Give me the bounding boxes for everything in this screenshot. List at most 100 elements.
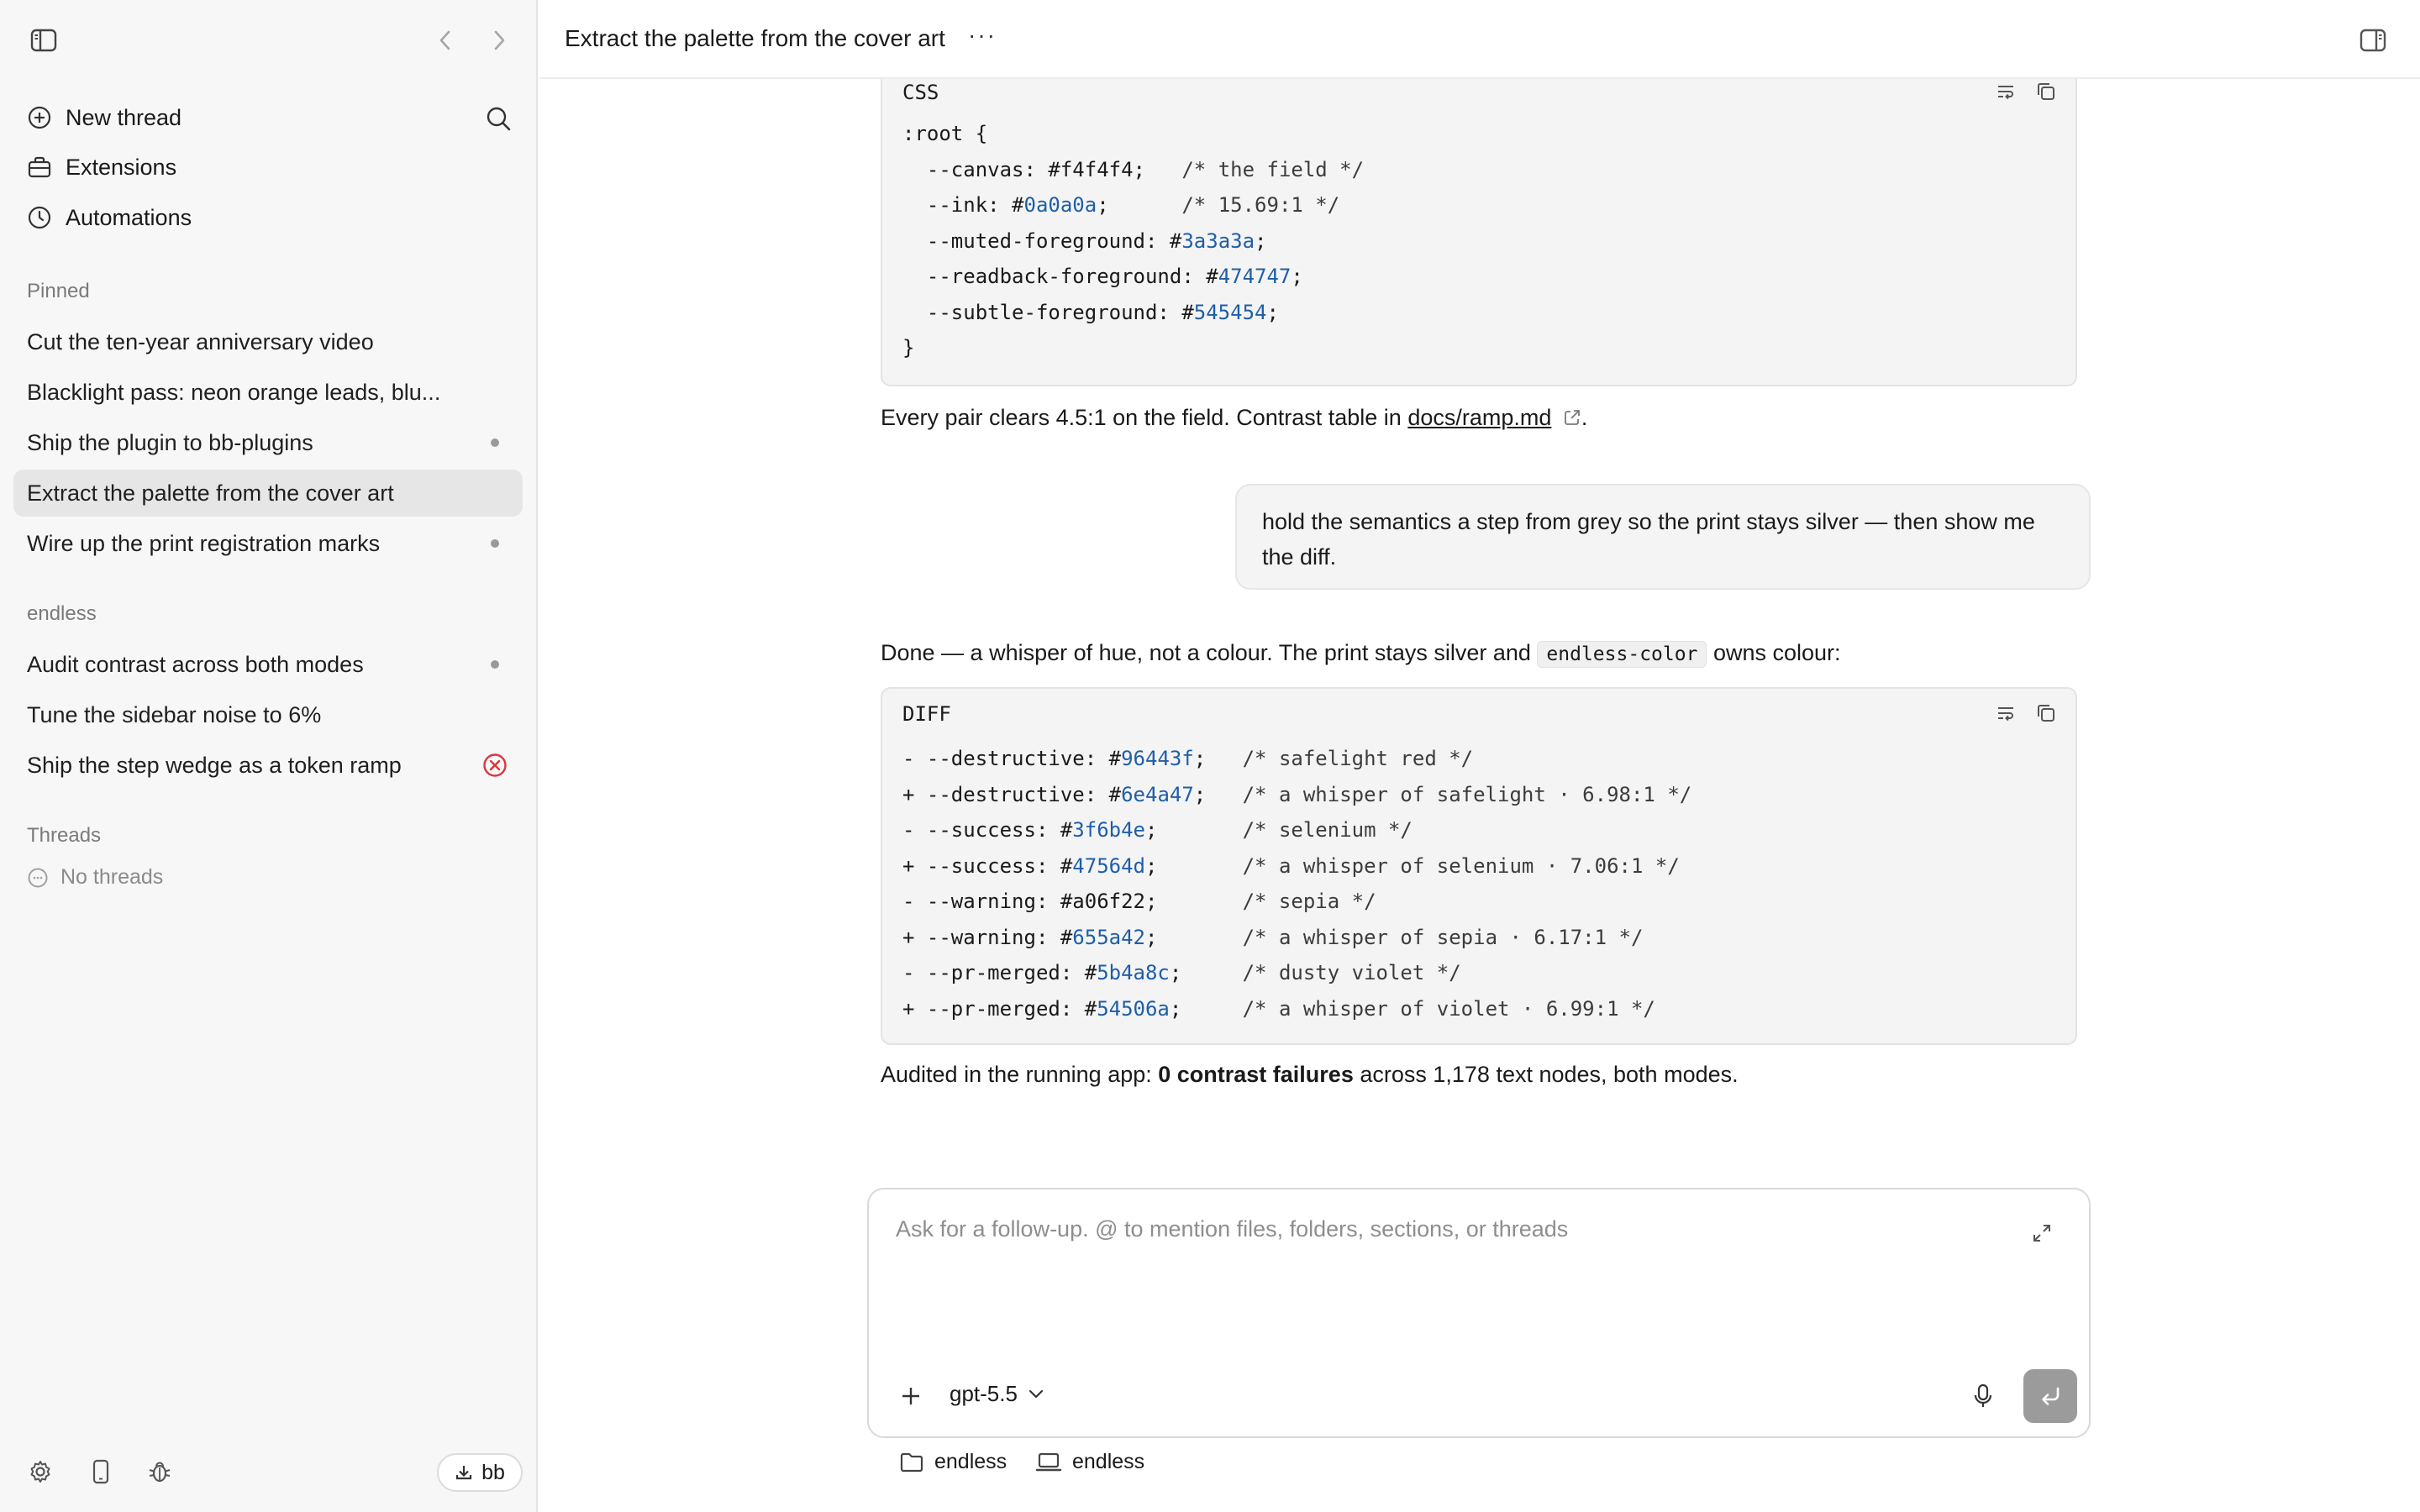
code-token: - --pr-merged: # [902, 961, 1097, 984]
thread-header: Extract the palette from the cover art ·… [539, 0, 2420, 79]
hex-value: 0a0a0a [1023, 193, 1097, 217]
code-token: ; [1291, 265, 1303, 288]
code-line: --subtle-foreground: #545454; [902, 295, 1364, 331]
code-token: + --success: # [902, 853, 1073, 878]
ramp-doc-link[interactable]: docs/ramp.md [1407, 405, 1551, 430]
project-thread-item[interactable]: Audit contrast across both modes [13, 641, 523, 688]
pinned-section-label: Pinned [27, 280, 90, 302]
toggle-right-panel-icon[interactable] [2354, 24, 2391, 57]
code-line: + --destructive: #6e4a47; /* a whisper o… [902, 777, 1691, 813]
assistant-paragraph-1: Every pair clears 4.5:1 on the field. Co… [881, 405, 1587, 431]
automations-button[interactable]: Automations [13, 194, 524, 241]
download-icon [455, 1466, 472, 1480]
project-section-label: endless [27, 602, 97, 625]
add-attachment-icon[interactable] [894, 1379, 928, 1413]
pinned-thread-item[interactable]: Ship the plugin to bb-plugins [13, 419, 523, 466]
code-token: ; [1169, 961, 1243, 984]
expand-composer-icon[interactable] [2025, 1216, 2059, 1250]
code-token: ; [1193, 782, 1243, 806]
inline-code: endless-color [1537, 641, 1707, 668]
thread-label: Ship the plugin to bb-plugins [27, 429, 313, 455]
download-bb-button[interactable]: bb [437, 1453, 523, 1492]
code-token: :root { [902, 122, 988, 145]
sidebar: New thread Extensions Automations Pinned… [0, 0, 538, 1512]
sidebar-bottom-bar: bb [0, 1428, 538, 1512]
bold-text: 0 contrast failures [1158, 1062, 1354, 1087]
pinned-thread-item[interactable]: Cut the ten-year anniversary video [13, 318, 523, 365]
code-comment: /* a whisper of sepia · 6.17:1 */ [1242, 925, 1644, 949]
code-line: - --success: #3f6b4e; /* selenium */ [902, 812, 1691, 848]
folder-label: endless [934, 1450, 1007, 1473]
extensions-button[interactable]: Extensions [13, 144, 524, 191]
thread-label: Ship the step wedge as a token ramp [27, 752, 402, 778]
wrap-lines-icon[interactable] [1995, 81, 2017, 102]
error-circle-icon [483, 753, 507, 777]
hex-value: 6e4a47 [1121, 782, 1194, 806]
code-token: --ink: # [902, 193, 1024, 217]
follow-up-input[interactable] [896, 1216, 1988, 1242]
code-line: --ink: #0a0a0a; /* 15.69:1 */ [902, 187, 1364, 223]
copy-icon[interactable] [2035, 81, 2057, 102]
forward-icon[interactable] [486, 24, 513, 57]
hex-value: 545454 [1193, 300, 1267, 324]
code-line: --muted-foreground: #3a3a3a; [902, 223, 1364, 260]
pinned-thread-item[interactable]: Wire up the print registration marks [13, 520, 523, 567]
code-token: ; [1255, 228, 1267, 253]
back-icon[interactable] [432, 24, 459, 57]
toggle-sidebar-icon[interactable] [27, 25, 60, 55]
workspace-folder-chip[interactable]: endless [899, 1450, 1007, 1474]
new-thread-button[interactable]: New thread [13, 94, 524, 141]
chat-bubble-icon [28, 868, 48, 887]
folder-icon [900, 1452, 923, 1472]
settings-gear-icon[interactable] [25, 1457, 55, 1487]
code-token: + --pr-merged: # [902, 996, 1097, 1021]
bug-icon[interactable] [145, 1457, 175, 1487]
code-comment: /* the field */ [1181, 157, 1365, 181]
code-token: --muted-foreground: # [902, 228, 1182, 253]
hex-value: 47564d [1072, 853, 1145, 878]
project-thread-item[interactable]: Tune the sidebar noise to 6% [13, 691, 523, 738]
code-comment: /* a whisper of violet · 6.99:1 */ [1242, 996, 1655, 1021]
send-button[interactable] [2023, 1369, 2077, 1423]
code-token: ; [1169, 996, 1243, 1021]
css-code-lines: :root { --canvas: #f4f4f4; /* the field … [902, 116, 1364, 366]
project-thread-item[interactable]: Ship the step wedge as a token ramp [13, 742, 523, 789]
environment-chip[interactable]: endless [1035, 1450, 1144, 1474]
code-token: --subtle-foreground: # [902, 300, 1194, 324]
wrap-lines-icon[interactable] [1995, 702, 2017, 724]
model-selector[interactable]: gpt-5.5 [950, 1381, 1044, 1407]
plus-circle-icon [28, 106, 51, 129]
code-language-label: DIFF [902, 702, 951, 726]
code-comment: /* 15.69:1 */ [1181, 193, 1340, 217]
code-comment: /* dusty violet */ [1242, 961, 1461, 984]
mobile-device-icon[interactable] [86, 1457, 116, 1487]
css-code-block: CSS :root { --canvas: #f4f4f4; /* the fi… [881, 79, 2077, 386]
code-comment: /* a whisper of safelight · 6.98:1 */ [1242, 782, 1692, 806]
hex-value: 3f6b4e [1072, 818, 1145, 842]
unread-dot [491, 660, 499, 669]
pinned-thread-item[interactable]: Blacklight pass: neon orange leads, blu.… [13, 369, 523, 416]
code-line: } [902, 330, 1364, 366]
sidebar-top-bar [0, 0, 538, 79]
code-token: ; [1145, 925, 1243, 949]
threads-section-label: Threads [27, 824, 102, 847]
no-threads-placeholder: No threads [27, 865, 163, 890]
chevron-down-icon [1028, 1389, 1044, 1398]
pinned-thread-item-active[interactable]: Extract the palette from the cover art [13, 470, 523, 517]
search-icon[interactable] [482, 102, 514, 134]
briefcase-icon [28, 156, 51, 178]
code-line: --canvas: #f4f4f4; /* the field */ [902, 152, 1364, 188]
microphone-icon[interactable] [1966, 1379, 2000, 1413]
code-toolbar [1995, 702, 2057, 724]
automations-label: Automations [66, 204, 192, 230]
code-line: + --pr-merged: #54506a; /* a whisper of … [902, 991, 1691, 1027]
code-token: ; [1145, 853, 1243, 878]
code-line: --readback-foreground: #474747; [902, 259, 1364, 295]
hex-value: 655a42 [1072, 925, 1145, 949]
thread-label: Blacklight pass: neon orange leads, blu.… [27, 379, 441, 405]
copy-icon[interactable] [2035, 702, 2057, 724]
code-line: + --warning: #655a42; /* a whisper of se… [902, 920, 1691, 956]
thread-label: Cut the ten-year anniversary video [27, 328, 374, 354]
environment-label: endless [1072, 1450, 1145, 1473]
more-options-button[interactable]: ··· [968, 22, 997, 49]
